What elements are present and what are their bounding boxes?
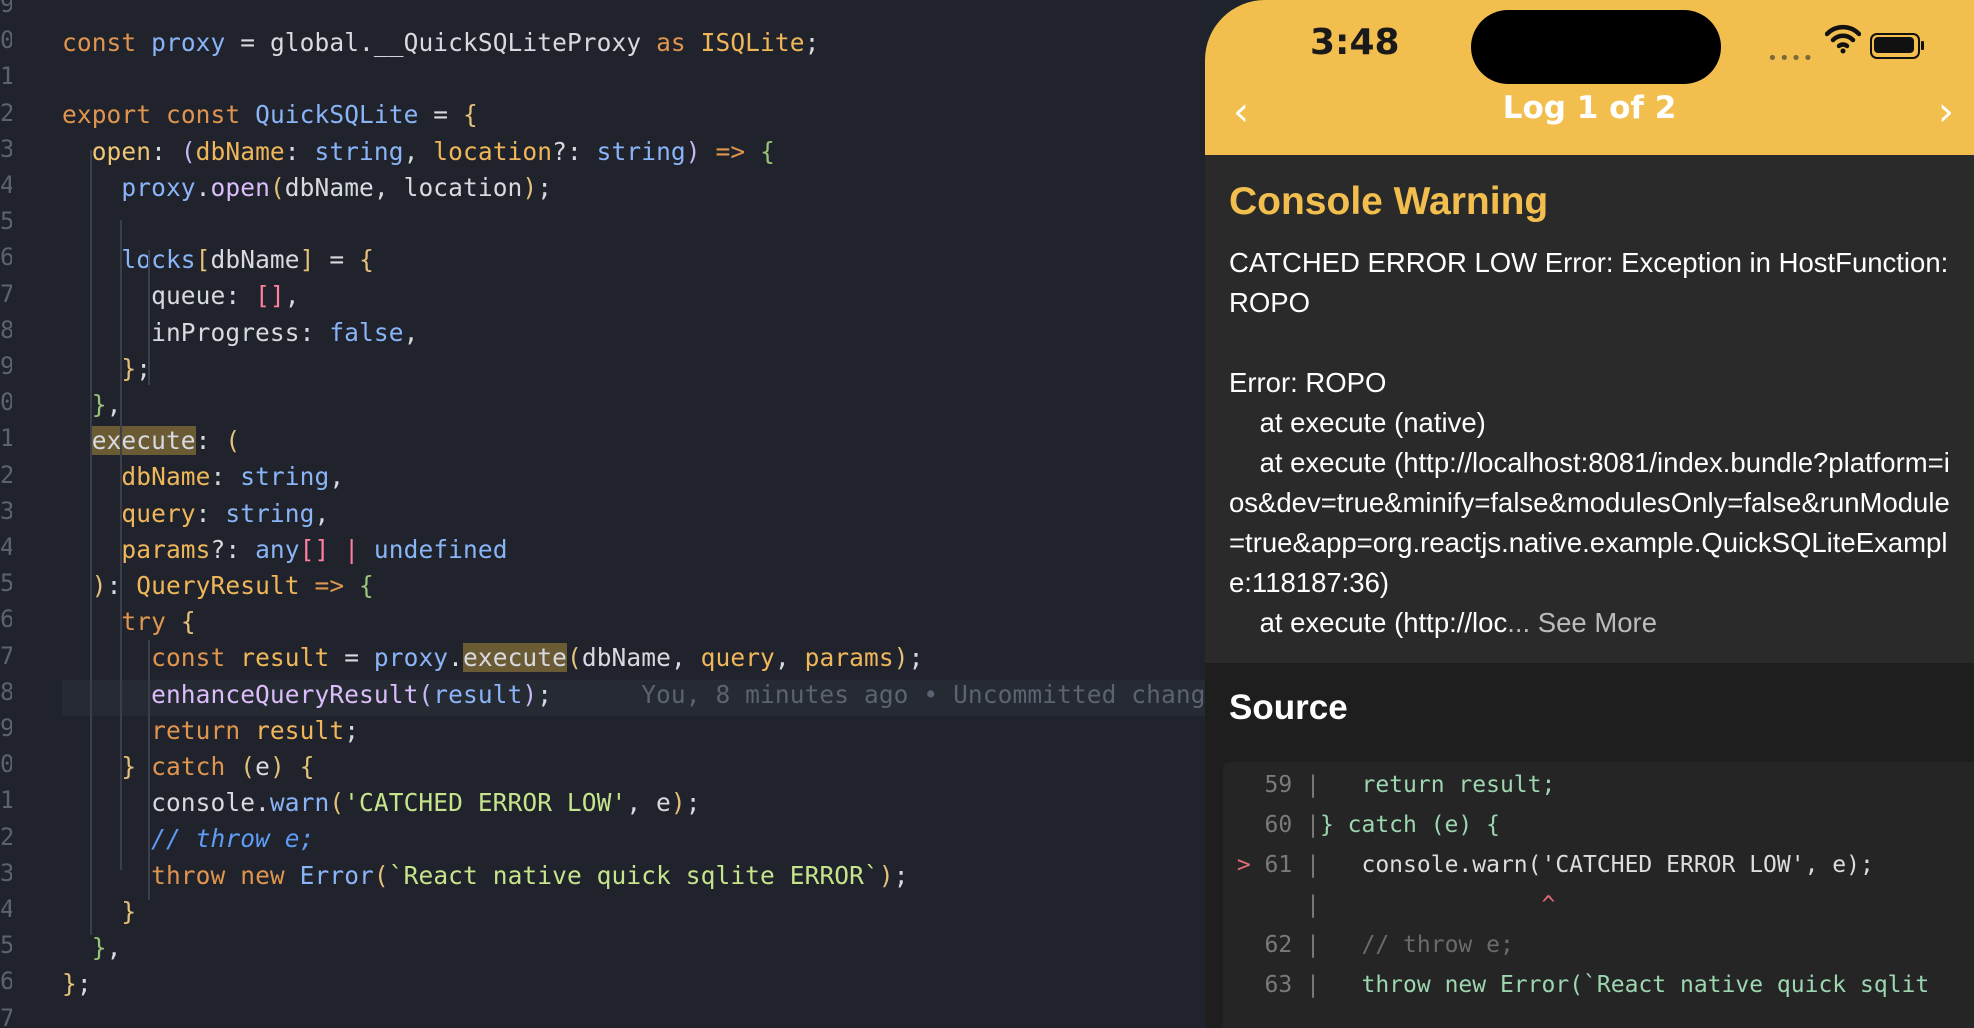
line-number: 4 <box>0 171 12 199</box>
code-line: }; <box>121 353 152 383</box>
code-line: params?: any[] | undefined <box>121 534 508 564</box>
code-line: queue: [], <box>62 281 300 311</box>
code-line: } catch (e) { <box>121 752 315 781</box>
indent-guide <box>120 220 122 870</box>
log-counter-title: Log 1 of 2 <box>1502 90 1677 126</box>
line-number: 7 <box>0 641 12 670</box>
warning-block: Console Warning CATCHED ERROR LOW Error:… <box>1205 155 1974 663</box>
code-line: }, <box>91 933 122 962</box>
source-line: 63 | throw new Error(`React native quick… <box>1264 972 1930 998</box>
line-number: 9 <box>0 714 12 742</box>
code-line: open: (dbName: string, location?: string… <box>91 136 775 166</box>
line-number: 0 <box>0 26 12 55</box>
status-time: 3:48 <box>1310 22 1400 63</box>
source-code-frame[interactable]: 59 | return result; 60 |} catch (e) { > … <box>1223 762 1974 1028</box>
line-number: 2 <box>0 822 12 851</box>
code-line: return result; <box>151 715 360 745</box>
indent-guide <box>148 640 150 900</box>
code-line: const proxy = global.__QuickSQLiteProxy … <box>62 28 820 57</box>
warning-title: Console Warning <box>1229 180 1549 223</box>
code-line: export const QuickSQLite = { <box>62 100 478 130</box>
line-number: 5 <box>0 207 12 236</box>
line-number: 9 <box>0 352 12 380</box>
indent-guide <box>148 250 150 385</box>
source-line: 60 |} catch (e) { <box>1264 812 1500 838</box>
code-line: proxy.open(dbName, location); <box>121 172 553 202</box>
phone-simulator: 3:48 •••• ‹ Log 1 of 2 › Console Warning… <box>1205 0 1974 1028</box>
see-more-link[interactable]: ... See More <box>1507 607 1657 638</box>
line-number: 3 <box>0 496 12 525</box>
line-number: 1 <box>0 424 12 453</box>
warning-message: CATCHED ERROR LOW Error: Exception in Ho… <box>1229 243 1954 643</box>
wifi-icon <box>1824 24 1862 58</box>
code-line: dbName: string, <box>121 462 345 492</box>
line-number: 0 <box>0 750 12 779</box>
warning-message-text: CATCHED ERROR LOW Error: Exception in Ho… <box>1229 247 1950 638</box>
code-line: // throw e; <box>151 824 315 854</box>
code-line: const result = proxy.execute(dbName, que… <box>151 643 924 673</box>
source-line: > 61 | console.warn('CATCHED ERROR LOW',… <box>1223 852 1874 878</box>
code-line: try { <box>121 607 196 637</box>
line-number: 3 <box>0 134 12 163</box>
code-line: query: string, <box>121 498 330 528</box>
indent-guide <box>90 150 92 935</box>
line-number: 1 <box>0 786 12 815</box>
signal-icon: •••• <box>1767 48 1815 69</box>
line-number: 2 <box>0 98 12 127</box>
code-line: } <box>121 896 137 926</box>
source-line: | ^ <box>1264 892 1556 918</box>
line-number: 7 <box>0 279 12 308</box>
code-line: execute: ( <box>91 426 241 456</box>
log-box-header: 3:48 •••• ‹ Log 1 of 2 › <box>1205 0 1974 155</box>
line-number: 3 <box>0 858 12 887</box>
line-number: 6 <box>0 605 12 634</box>
line-number: 4 <box>0 533 12 561</box>
next-log-button[interactable]: › <box>1914 90 1954 134</box>
code-editor[interactable]: 9 0 1 2 3 4 5 6 7 8 9 0 1 2 3 4 5 6 7 8 9 0 1 2 3 4 5 6 7 const proxy… <box>0 0 1205 1028</box>
code-line: throw new Error(`React native quick sqli… <box>151 860 909 890</box>
line-number: 7 <box>0 1003 12 1028</box>
source-line: 59 | return result; <box>1264 772 1556 798</box>
line-number: 2 <box>0 460 12 489</box>
code-line: inProgress: false, <box>62 317 419 347</box>
source-line: 62 | // throw e; <box>1264 932 1514 958</box>
line-number: 4 <box>0 895 12 923</box>
battery-icon <box>1870 33 1924 59</box>
code-line: }; <box>62 969 92 999</box>
dynamic-island <box>1471 10 1721 84</box>
source-section-title: Source <box>1229 688 1348 727</box>
line-number: 0 <box>0 388 12 417</box>
code-line: ): QueryResult => { <box>91 571 374 600</box>
line-number: 5 <box>0 569 12 598</box>
line-number: 9 <box>0 0 12 18</box>
line-number: 8 <box>0 315 12 344</box>
code-line: enhanceQueryResult(result); You, 8 minut… <box>62 679 1205 716</box>
line-number: 5 <box>0 931 12 960</box>
line-number: 6 <box>0 967 12 996</box>
line-number: 6 <box>0 243 12 272</box>
code-line: console.warn('CATCHED ERROR LOW', e); <box>62 788 701 818</box>
line-number: 1 <box>0 62 12 91</box>
code-line: locks[dbName] = { <box>121 245 374 275</box>
line-number: 8 <box>0 677 12 706</box>
